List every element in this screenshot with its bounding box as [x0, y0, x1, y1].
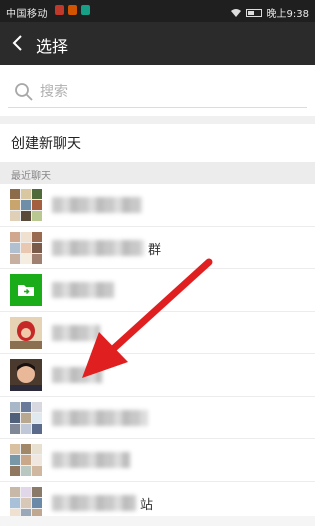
contact-avatar: [10, 359, 42, 391]
back-arrow-icon[interactable]: [8, 32, 30, 54]
group-avatar: [10, 401, 42, 434]
carrier-label: 中国移动: [6, 9, 48, 20]
page-title: 选择: [36, 37, 69, 56]
group-avatar: [10, 444, 42, 476]
recent-chat-item[interactable]: [0, 311, 315, 354]
recent-chats-label: 最近聊天: [11, 171, 51, 182]
recent-chat-item[interactable]: 群: [0, 226, 315, 269]
status-bar: 中国移动 晚上9:38: [0, 0, 315, 22]
chat-name-redacted: [52, 239, 144, 256]
chat-name-suffix: 站: [140, 497, 154, 513]
file-transfer-icon: [18, 285, 34, 296]
chat-name-redacted: [52, 494, 136, 511]
create-new-chat-label: 创建新聊天: [11, 136, 81, 152]
time-label: 晚上9:38: [266, 9, 309, 20]
chat-name-redacted: [52, 282, 114, 298]
app-notification-icon: [81, 5, 90, 15]
notification-icons: [55, 5, 90, 15]
group-avatar: [10, 486, 42, 519]
app-notification-icon: [55, 5, 64, 15]
chat-name-suffix: 群: [148, 242, 162, 258]
app-notification-icon: [68, 5, 77, 15]
recent-chat-item[interactable]: [0, 439, 315, 482]
chat-name-redacted: [52, 197, 142, 213]
recent-chat-item[interactable]: [0, 184, 315, 227]
wifi-icon: [230, 9, 241, 17]
search-input[interactable]: [40, 81, 290, 103]
battery-icon: [245, 8, 262, 17]
file-transfer-avatar: [10, 274, 42, 306]
chat-name-redacted: [52, 452, 130, 468]
title-bar: 选择: [0, 22, 315, 65]
contact-avatar: [10, 316, 42, 349]
chat-name-redacted: [52, 324, 100, 341]
group-avatar: [10, 189, 42, 221]
chat-name-redacted: [52, 367, 102, 383]
search-box[interactable]: [8, 74, 307, 108]
bottom-strip: [0, 516, 315, 526]
search-icon: [15, 83, 33, 101]
chat-name-redacted: [52, 409, 148, 426]
system-tray: 晚上9:38: [230, 5, 309, 20]
divider: [0, 116, 315, 124]
search-area: [0, 65, 315, 116]
group-avatar: [10, 231, 42, 264]
create-new-chat-item[interactable]: 创建新聊天: [0, 124, 315, 162]
recent-chat-item[interactable]: [0, 354, 315, 397]
recent-chat-item[interactable]: [0, 396, 315, 439]
recent-chats-header: 最近聊天: [0, 162, 315, 184]
recent-chat-list: 群 站: [0, 184, 315, 524]
recent-chat-item[interactable]: [0, 269, 315, 312]
